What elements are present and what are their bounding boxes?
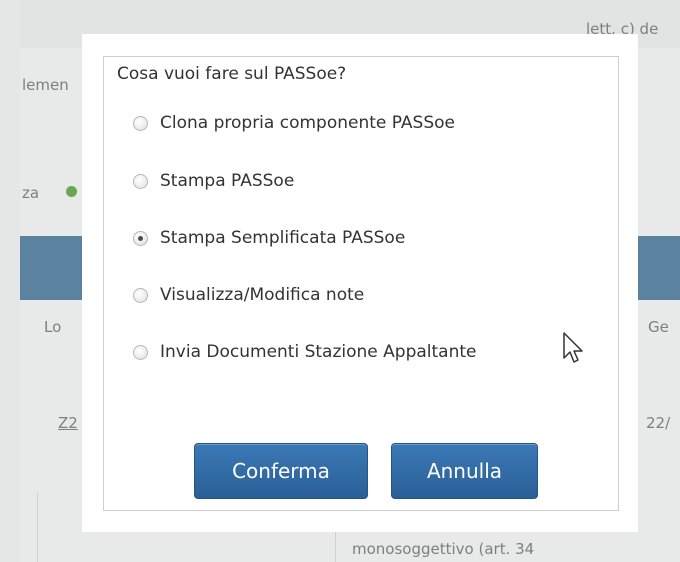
dialog-question: Cosa vuoi fare sul PASSoe?: [117, 64, 347, 84]
option-label: Invia Documenti Stazione Appaltante: [160, 342, 477, 362]
radio-visualizza-note[interactable]: [133, 287, 148, 303]
radio-clona[interactable]: [133, 115, 148, 131]
option-stampa-semplificata[interactable]: Stampa Semplificata PASSoe: [133, 226, 405, 250]
option-label: Stampa PASSoe: [160, 171, 295, 191]
radio-stampa[interactable]: [133, 173, 148, 189]
option-label: Clona propria componente PASSoe: [160, 113, 455, 133]
option-stampa[interactable]: Stampa PASSoe: [133, 169, 294, 193]
background-bottom-text: monosoggettivo (art. 34: [352, 540, 535, 558]
radio-stampa-semplificata[interactable]: [133, 230, 148, 246]
mouse-cursor-icon: [563, 332, 583, 363]
cancel-button[interactable]: Annulla: [391, 443, 538, 499]
background-col-left-header: Lo: [44, 318, 62, 336]
background-col-right-header: Ge: [648, 318, 669, 336]
confirm-button[interactable]: Conferma: [194, 443, 368, 499]
background-divider-left: [37, 492, 38, 562]
check-icon: [66, 186, 77, 197]
background-row-link[interactable]: Z2: [58, 414, 78, 432]
option-label: Stampa Semplificata PASSoe: [160, 228, 406, 248]
background-row-date: 22/: [646, 414, 671, 432]
option-visualizza-note[interactable]: Visualizza/Modifica note: [133, 283, 364, 307]
background-row2-text: za: [22, 184, 40, 202]
background-row1-text: lemen: [22, 76, 69, 94]
option-invia-documenti[interactable]: Invia Documenti Stazione Appaltante: [133, 340, 476, 364]
option-label: Visualizza/Modifica note: [160, 285, 365, 305]
radio-invia-documenti[interactable]: [133, 344, 148, 360]
option-clona[interactable]: Clona propria componente PASSoe: [133, 111, 455, 135]
